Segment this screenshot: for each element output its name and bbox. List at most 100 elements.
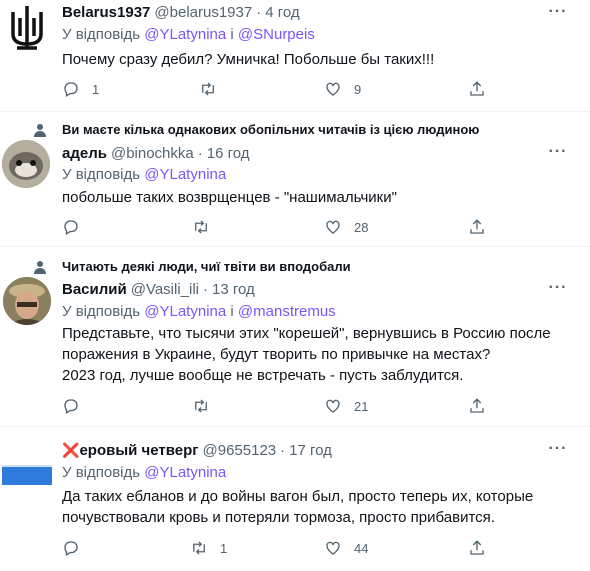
tweet-text-line: поражения в Украине, будут творить по пр…	[62, 346, 491, 363]
mention-link[interactable]: @YLatynina	[144, 26, 226, 43]
avatar[interactable]	[3, 277, 51, 325]
share-button[interactable]	[468, 218, 486, 236]
more-options-icon[interactable]: ···	[548, 4, 568, 26]
replying-prefix: У відповідь	[62, 26, 141, 43]
share-icon	[470, 219, 484, 234]
social-context-text: Читають деякі люди, чиї твіти ви вподоба…	[62, 259, 351, 274]
more-options-icon[interactable]: ···	[548, 441, 568, 463]
man-photo-icon	[3, 277, 51, 325]
author-handle[interactable]: @9655123	[203, 442, 277, 459]
blue-flag-icon	[2, 465, 52, 485]
heart-icon	[326, 82, 340, 96]
replying-prefix: У відповідь	[62, 166, 141, 183]
replying-to: У відповідь @YLatynina	[62, 166, 226, 183]
timestamp[interactable]: 13 год	[212, 281, 255, 298]
tweet-actions: 21	[62, 397, 492, 417]
reply-button[interactable]	[62, 539, 92, 557]
more-options-icon[interactable]: ···	[548, 280, 568, 302]
trident-emblem-icon	[11, 6, 43, 50]
like-count: 44	[354, 540, 369, 556]
tweet-text-line: Да таких ебланов и до войны вагон был, п…	[62, 488, 534, 505]
timestamp[interactable]: 17 год	[289, 442, 332, 459]
avatar[interactable]	[3, 4, 51, 52]
replying-prefix: У відповідь	[62, 464, 141, 481]
and-word: і	[230, 26, 234, 43]
like-count: 28	[354, 219, 369, 235]
timestamp[interactable]: 16 год	[207, 145, 250, 162]
share-icon	[470, 540, 484, 555]
author-handle[interactable]: @binochkka	[111, 145, 194, 162]
reply-count: 1	[92, 81, 100, 97]
mention-link[interactable]: @SNurpeis	[238, 26, 315, 43]
reply-button[interactable]	[62, 218, 92, 236]
retweet-icon	[202, 82, 214, 96]
separator-dot: ·	[280, 442, 286, 459]
tweet-actions: 28	[62, 218, 492, 238]
heart-icon	[326, 399, 340, 413]
share-button[interactable]	[468, 80, 486, 98]
tweet[interactable]: Belarus1937 @belarus1937 · 4 год ··· У в…	[0, 0, 590, 112]
mention-link[interactable]: @YLatynina	[144, 303, 226, 320]
share-icon	[470, 81, 484, 96]
replying-to: У відповідь @YLatynina і @manstremus	[62, 303, 336, 320]
mention-link[interactable]: @YLatynina	[144, 166, 226, 183]
retweet-button[interactable]	[192, 397, 222, 415]
like-button[interactable]: 28	[324, 218, 368, 236]
tweet-text: Представьте, что тысячи этих "корешей", …	[62, 323, 572, 386]
reply-icon	[64, 399, 78, 414]
tweet-actions: 1 44	[62, 539, 492, 559]
separator-dot: ·	[256, 4, 262, 21]
avatar[interactable]	[2, 439, 52, 487]
share-icon	[470, 398, 484, 413]
author-name[interactable]: адель	[62, 145, 107, 162]
reply-button[interactable]	[62, 397, 92, 415]
reply-icon	[64, 541, 78, 556]
reply-icon	[64, 220, 78, 235]
like-button[interactable]: 9	[324, 80, 361, 98]
tweet-text-line: Представьте, что тысячи этих "корешей", …	[62, 325, 551, 342]
tweet[interactable]: Ви маєте кілька однакових обопільних чит…	[0, 112, 590, 247]
tweet-text: Почему сразу дебил? Умничка! Побольше бы…	[62, 51, 435, 68]
like-count: 21	[354, 398, 369, 414]
reply-button[interactable]: 1	[62, 80, 99, 98]
more-options-icon[interactable]: ···	[548, 144, 568, 166]
like-button[interactable]: 21	[324, 397, 368, 415]
reply-icon	[64, 82, 78, 97]
name-mark: ❌	[62, 442, 80, 458]
replying-prefix: У відповідь	[62, 303, 141, 320]
retweet-icon	[195, 399, 207, 413]
share-button[interactable]	[468, 539, 486, 557]
tweet-text: побольше таких возврщенцев - "нашимальчи…	[62, 189, 397, 206]
author-handle[interactable]: @belarus1937	[154, 4, 252, 21]
tweet[interactable]: ❌ еровый четверг @9655123 · 17 год ··· У…	[0, 427, 590, 571]
retweet-icon	[195, 220, 207, 234]
tweet-text-line: 2023 год, лучше вообще не встречать - пу…	[62, 367, 464, 384]
retweet-button[interactable]: 1	[190, 539, 227, 557]
mention-link[interactable]: @manstremus	[238, 303, 336, 320]
retweet-count: 1	[220, 540, 228, 556]
social-context-text: Ви маєте кілька однакових обопільних чит…	[62, 122, 480, 137]
share-button[interactable]	[468, 397, 486, 415]
heart-icon	[326, 541, 340, 555]
social-context: Читають деякі люди, чиї твіти ви вподоба…	[33, 259, 351, 274]
replying-to: У відповідь @YLatynina	[62, 464, 226, 481]
author-name[interactable]: еровый четверг	[79, 442, 198, 459]
tweet[interactable]: Читають деякі люди, чиї твіти ви вподоба…	[0, 247, 590, 427]
person-icon	[34, 260, 46, 274]
tweet-text: Да таких ебланов и до войны вагон был, п…	[62, 486, 572, 528]
social-context: Ви маєте кілька однакових обопільних чит…	[33, 122, 479, 137]
person-icon	[34, 123, 46, 137]
seal-photo-icon	[2, 140, 50, 188]
like-button[interactable]: 44	[324, 539, 368, 557]
timestamp[interactable]: 4 год	[265, 4, 299, 21]
mention-link[interactable]: @YLatynina	[144, 464, 226, 481]
avatar[interactable]	[2, 140, 50, 188]
retweet-icon	[193, 541, 205, 555]
author-name[interactable]: Belarus1937	[62, 4, 150, 21]
retweet-button[interactable]	[192, 218, 222, 236]
tweet-actions: 1 9	[62, 80, 492, 100]
author-name[interactable]: Василий	[62, 281, 127, 298]
retweet-button[interactable]	[199, 80, 229, 98]
tweet-text-line: почувствовали кровь и потеряли тормоза, …	[62, 509, 495, 526]
author-handle[interactable]: @Vasili_ili	[131, 281, 199, 298]
